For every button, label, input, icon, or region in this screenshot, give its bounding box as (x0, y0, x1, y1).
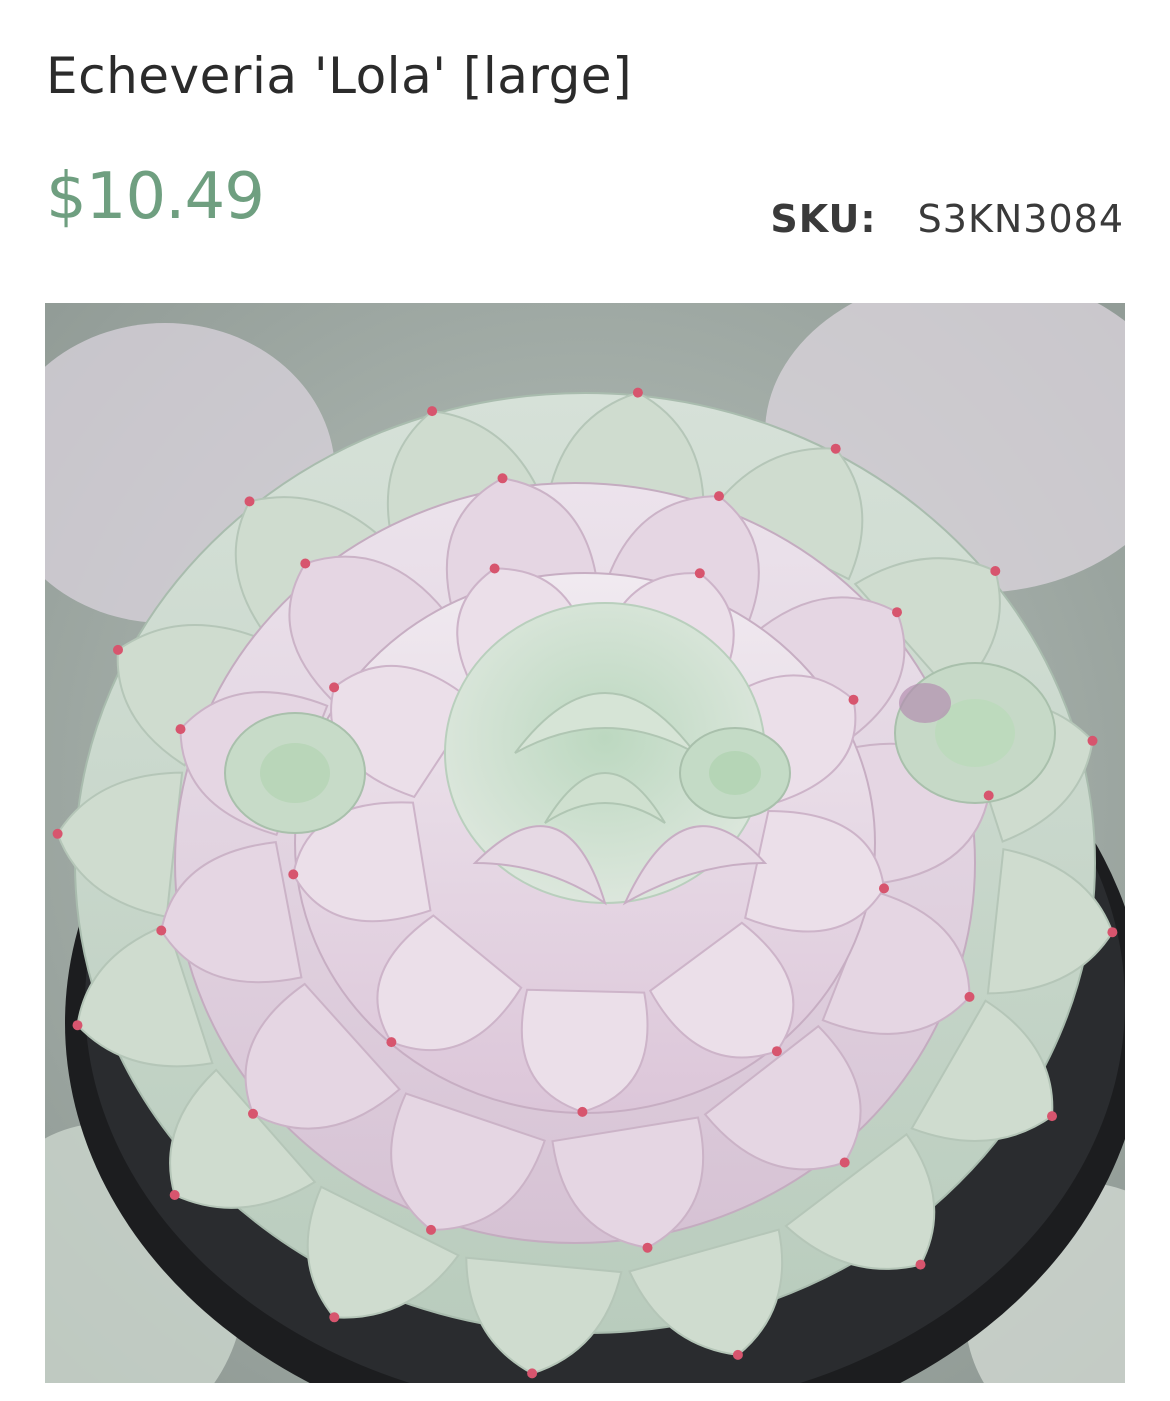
leaf-tip (848, 694, 859, 705)
leaf-tip (990, 566, 1001, 576)
leaf-tip (915, 1259, 926, 1270)
succulent-rosette-photo (45, 303, 1125, 1383)
leaf-tip (329, 1312, 340, 1323)
leaf-tip (1047, 1111, 1057, 1122)
leaf-tip (830, 443, 841, 454)
leaf-tip (1107, 927, 1118, 938)
leaf-tip (426, 1224, 436, 1235)
product-price: $10.49 (46, 160, 265, 234)
leaf-tip (329, 682, 340, 693)
leaf-tip (1087, 735, 1098, 746)
leaf-tip (642, 1242, 653, 1253)
pup-left (224, 712, 366, 834)
leaf-tip (964, 991, 975, 1002)
leaf-tip (839, 1157, 850, 1168)
leaf-tip (714, 491, 724, 502)
leaf-tip (52, 828, 63, 839)
leaf-tip (489, 563, 500, 574)
leaf-tip (248, 1108, 258, 1119)
pup-right (894, 662, 1056, 804)
leaf-tip (771, 1046, 782, 1057)
product-title: Echeveria 'Lola' [large] (46, 47, 633, 105)
leaf-tip (983, 790, 994, 801)
product-image[interactable] (45, 303, 1125, 1383)
leaf-tip (577, 1106, 588, 1117)
leaf-tip (300, 558, 311, 569)
pup-center (679, 727, 791, 819)
leaf-tip (892, 607, 902, 618)
leaf-tip (732, 1349, 743, 1360)
leaf-tip (694, 568, 705, 579)
leaf-tip (156, 925, 167, 936)
leaf-tip (169, 1190, 180, 1200)
sku-value: S3KN3084 (917, 197, 1124, 241)
leaf-tip (244, 496, 255, 507)
leaf-tip (386, 1037, 397, 1048)
sku-info: SKU: S3KN3084 (770, 196, 1124, 242)
leaf-tip (879, 883, 889, 894)
sku-label: SKU: (770, 197, 877, 241)
leaf-tip (427, 406, 438, 417)
leaf-tip (113, 644, 123, 655)
leaf-tip (632, 387, 643, 398)
leaf-tip (175, 724, 186, 735)
leaf-tip (497, 473, 508, 484)
leaf-tip (288, 869, 299, 880)
leaf-tip (72, 1020, 83, 1031)
leaf-tip (527, 1368, 538, 1379)
